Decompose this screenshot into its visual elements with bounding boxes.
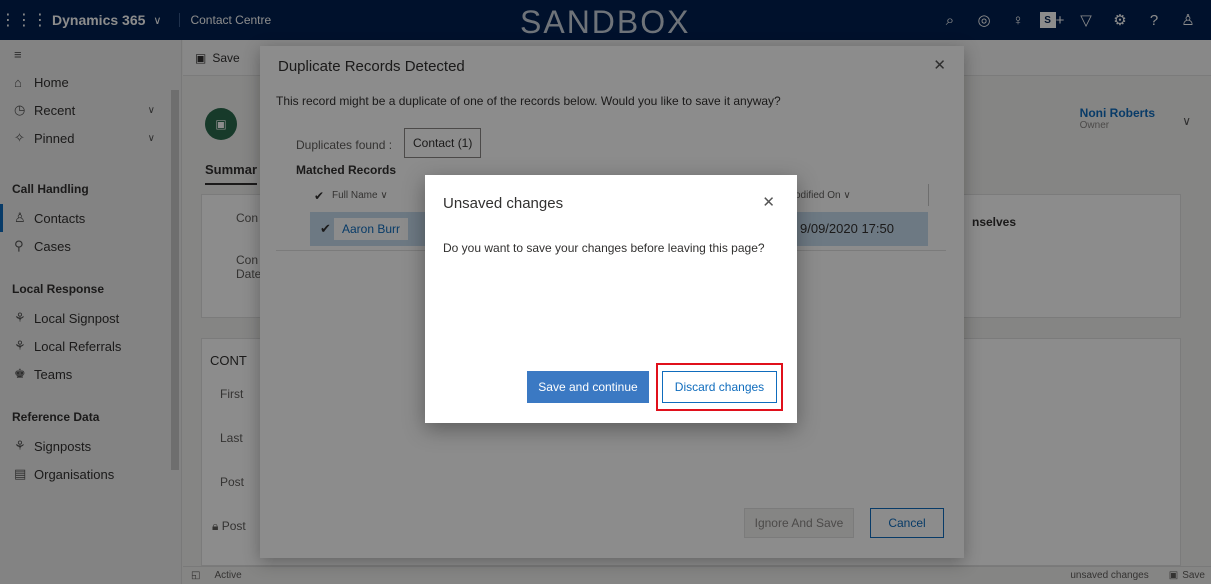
dialog-title: Unsaved changes: [443, 195, 564, 212]
dialog-message: Do you want to save your changes before …: [443, 241, 765, 255]
unsaved-changes-dialog: Unsaved changes ✕ Do you want to save yo…: [425, 175, 797, 423]
save-and-continue-button[interactable]: Save and continue: [527, 371, 649, 403]
close-icon[interactable]: ✕: [762, 193, 775, 211]
highlight-box: Discard changes: [656, 363, 783, 411]
discard-changes-button[interactable]: Discard changes: [662, 371, 777, 403]
